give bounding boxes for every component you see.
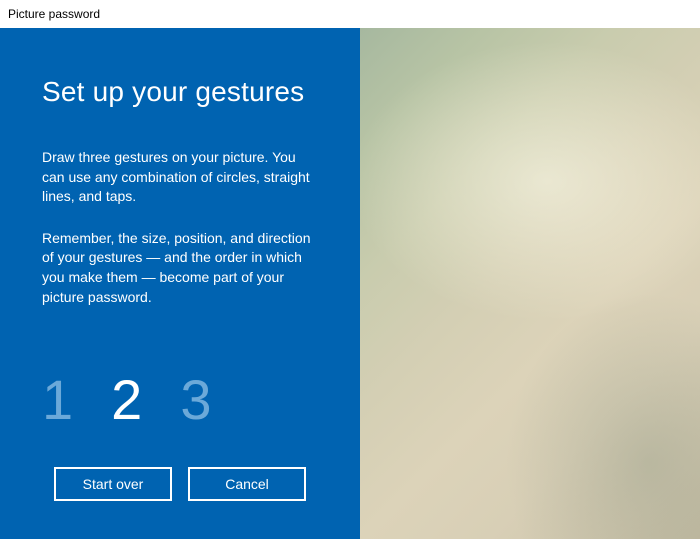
instructions-panel: Set up your gestures Draw three gestures… <box>0 28 360 539</box>
step-1: 1 <box>42 367 73 432</box>
page-heading: Set up your gestures <box>42 76 318 108</box>
step-3: 3 <box>180 367 211 432</box>
start-over-button[interactable]: Start over <box>54 467 172 501</box>
picture-canvas[interactable] <box>360 28 700 539</box>
step-2-active: 2 <box>111 367 142 432</box>
instructions-paragraph-2: Remember, the size, position, and direct… <box>42 229 318 307</box>
instructions-paragraph-1: Draw three gestures on your picture. You… <box>42 148 318 207</box>
title-bar: Picture password <box>0 0 700 28</box>
main-container: Set up your gestures Draw three gestures… <box>0 28 700 539</box>
button-row: Start over Cancel <box>42 467 318 509</box>
step-indicator: 1 2 3 <box>42 367 318 432</box>
window-title: Picture password <box>8 7 100 21</box>
cancel-button[interactable]: Cancel <box>188 467 306 501</box>
